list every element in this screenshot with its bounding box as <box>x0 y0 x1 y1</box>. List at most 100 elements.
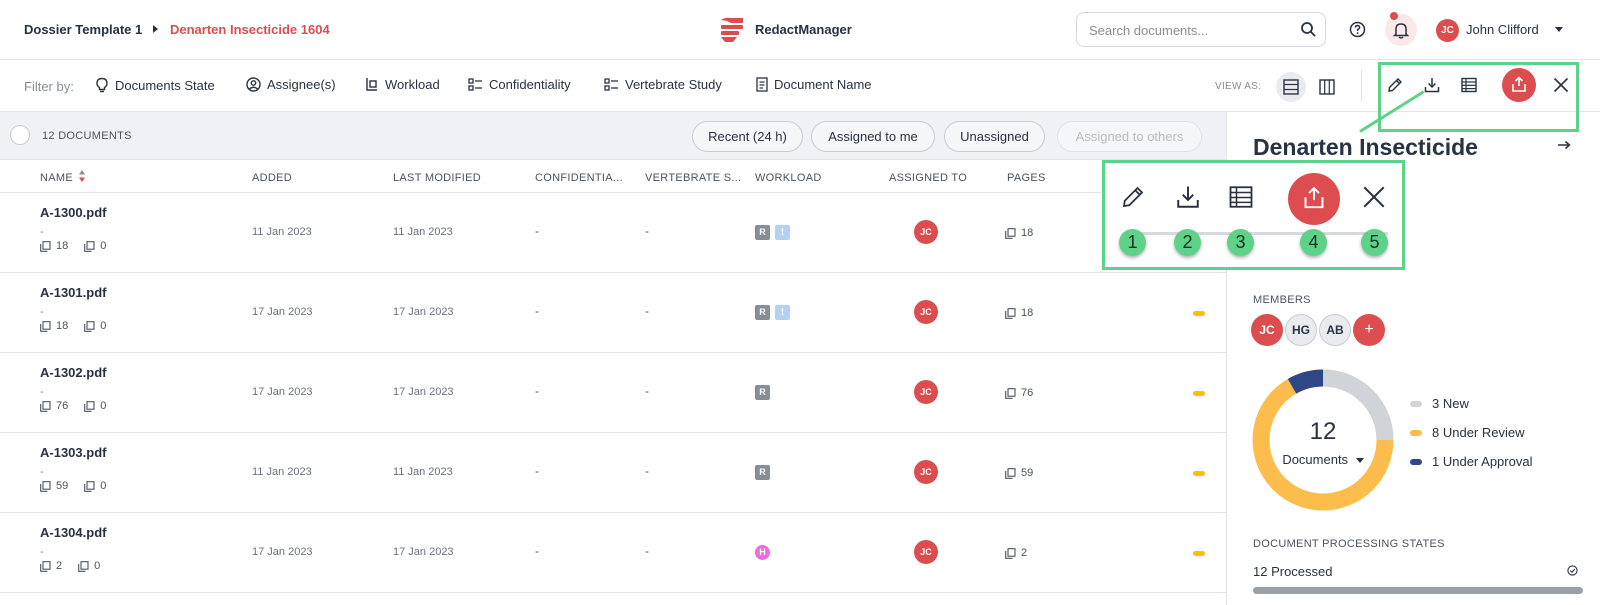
notifications-button[interactable] <box>1385 14 1417 46</box>
chevron-down-icon[interactable] <box>1555 27 1563 32</box>
column-added[interactable]: ADDED <box>252 172 292 184</box>
quick-filter-assigned-to-me[interactable]: Assigned to me <box>811 121 935 152</box>
search-input[interactable]: Search documents... <box>1076 12 1326 47</box>
download-icon <box>1176 185 1200 209</box>
file-name[interactable]: A-1302.pdf <box>40 365 106 380</box>
assignee-avatar[interactable]: JC <box>914 300 938 324</box>
file-annotations: 0 <box>100 480 107 492</box>
file-annotations: 0 <box>94 560 101 572</box>
vertebrate-value: - <box>645 464 649 478</box>
pages-icon <box>1005 227 1016 239</box>
date-modified: 11 Jan 2023 <box>393 466 453 478</box>
column-pages[interactable]: PAGES <box>1007 172 1046 184</box>
list-view-button[interactable] <box>1276 72 1306 102</box>
column-vertebrate-study[interactable]: VERTEBRATE S... <box>645 172 741 184</box>
quick-filter-unassigned[interactable]: Unassigned <box>944 121 1045 152</box>
workload-badge-redaction: R <box>755 225 770 240</box>
date-modified: 17 Jan 2023 <box>393 306 454 318</box>
legend-swatch <box>1410 400 1422 407</box>
date-modified: 17 Jan 2023 <box>393 386 454 398</box>
user-name[interactable]: John Clifford <box>1466 22 1539 37</box>
page-count-value: 18 <box>1021 227 1034 239</box>
file-pages: 2 <box>56 560 63 572</box>
vertebrate-value: - <box>645 544 649 558</box>
user-circle-icon <box>246 77 261 92</box>
column-name[interactable]: NAME <box>40 172 73 184</box>
column-last-modified[interactable]: LAST MODIFIED <box>393 172 481 184</box>
processing-progress-bar <box>1253 587 1583 594</box>
help-icon[interactable] <box>1349 21 1366 38</box>
pages-icon <box>1005 307 1016 319</box>
quick-filter-assigned-to-others[interactable]: Assigned to others <box>1057 121 1202 152</box>
member-avatar[interactable]: AB <box>1319 314 1351 346</box>
filter-document-name[interactable]: Document Name <box>756 77 872 92</box>
filter-vertebrate-study[interactable]: Vertebrate Study <box>604 77 722 92</box>
legend-under-approval-label: 1 Under Approval <box>1432 454 1533 469</box>
date-added: 17 Jan 2023 <box>252 386 313 398</box>
legend-under-approval[interactable]: 1 Under Approval <box>1410 454 1532 469</box>
table-row[interactable]: A-1304.pdf - 2 0 17 Jan 2023 17 Jan 2023… <box>0 513 1226 593</box>
breadcrumb-template[interactable]: Dossier Template 1 <box>24 22 142 37</box>
file-name[interactable]: A-1303.pdf <box>40 445 106 460</box>
filter-confidentiality[interactable]: Confidentiality <box>468 77 571 92</box>
file-subtitle: - <box>40 546 44 558</box>
legend-new[interactable]: 3 New <box>1410 396 1469 411</box>
assignee-avatar[interactable]: JC <box>914 540 938 564</box>
page-count: 18 <box>1005 227 1033 239</box>
column-assigned-to[interactable]: ASSIGNED TO <box>889 172 967 184</box>
edit-icon <box>1121 185 1145 209</box>
pages-icon <box>40 480 51 492</box>
file-meta: 59 0 <box>40 480 106 492</box>
vertebrate-value: - <box>645 304 649 318</box>
filter-bar: Filter by: Documents State Assignee(s) W… <box>0 60 1600 112</box>
arrow-right-icon[interactable] <box>1557 140 1571 150</box>
assignee-avatar[interactable]: JC <box>914 380 938 404</box>
file-name[interactable]: A-1304.pdf <box>40 525 106 540</box>
status-indicator <box>1193 471 1205 476</box>
search-icon[interactable] <box>1300 21 1317 38</box>
bell-icon <box>1393 21 1409 39</box>
file-name[interactable]: A-1301.pdf <box>40 285 106 300</box>
table-row[interactable]: A-1300.pdf - 18 0 11 Jan 2023 11 Jan 202… <box>0 193 1226 273</box>
breadcrumb-dossier[interactable]: Denarten Insecticide 1604 <box>170 22 330 37</box>
filter-documents-state[interactable]: Documents State <box>95 77 215 93</box>
table-row[interactable]: A-1302.pdf - 76 0 17 Jan 2023 17 Jan 202… <box>0 353 1226 433</box>
donut-label-dropdown[interactable]: Documents <box>1251 452 1395 467</box>
close-icon <box>1362 185 1386 209</box>
filter-workload[interactable]: Workload <box>365 77 440 92</box>
annotations-icon <box>84 240 95 252</box>
table-row[interactable]: A-1303.pdf - 59 0 11 Jan 2023 11 Jan 202… <box>0 433 1226 513</box>
filter-workload-label: Workload <box>385 77 440 92</box>
table-row[interactable]: A-1301.pdf - 18 0 17 Jan 2023 17 Jan 202… <box>0 273 1226 353</box>
board-view-button[interactable] <box>1312 72 1342 102</box>
sort-icon[interactable] <box>79 170 85 182</box>
check-circle-icon <box>1567 565 1578 576</box>
assignee-avatar[interactable]: JC <box>914 460 938 484</box>
workload-badge-redaction: R <box>755 305 770 320</box>
upload-icon <box>1288 173 1340 225</box>
member-avatar[interactable]: HG <box>1285 314 1317 346</box>
user-avatar[interactable]: JC <box>1436 19 1459 42</box>
quick-filter-recent[interactable]: Recent (24 h) <box>692 121 803 152</box>
column-confidentiality[interactable]: CONFIDENTIA... <box>535 172 623 184</box>
members-label: MEMBERS <box>1253 294 1311 306</box>
file-pages: 59 <box>56 480 69 492</box>
pages-icon <box>40 320 51 332</box>
page-count-value: 59 <box>1021 467 1034 479</box>
step-number-3: 3 <box>1227 229 1254 256</box>
member-avatar[interactable]: JC <box>1251 314 1283 346</box>
legend-under-review[interactable]: 8 Under Review <box>1410 425 1525 440</box>
column-workload[interactable]: WORKLOAD <box>755 172 822 184</box>
file-subtitle: - <box>40 386 44 398</box>
file-name[interactable]: A-1300.pdf <box>40 205 106 220</box>
filter-assignees[interactable]: Assignee(s) <box>246 77 336 92</box>
status-indicator <box>1193 391 1205 396</box>
filter-assignees-label: Assignee(s) <box>267 77 336 92</box>
assignee-avatar[interactable]: JC <box>914 220 938 244</box>
select-all-checkbox[interactable] <box>10 125 30 145</box>
add-member-button[interactable]: + <box>1353 314 1385 346</box>
processing-states-value: 12 Processed <box>1253 564 1333 579</box>
step-number-1: 1 <box>1119 229 1146 256</box>
vertebrate-value: - <box>645 224 649 238</box>
annotations-icon <box>78 560 89 572</box>
